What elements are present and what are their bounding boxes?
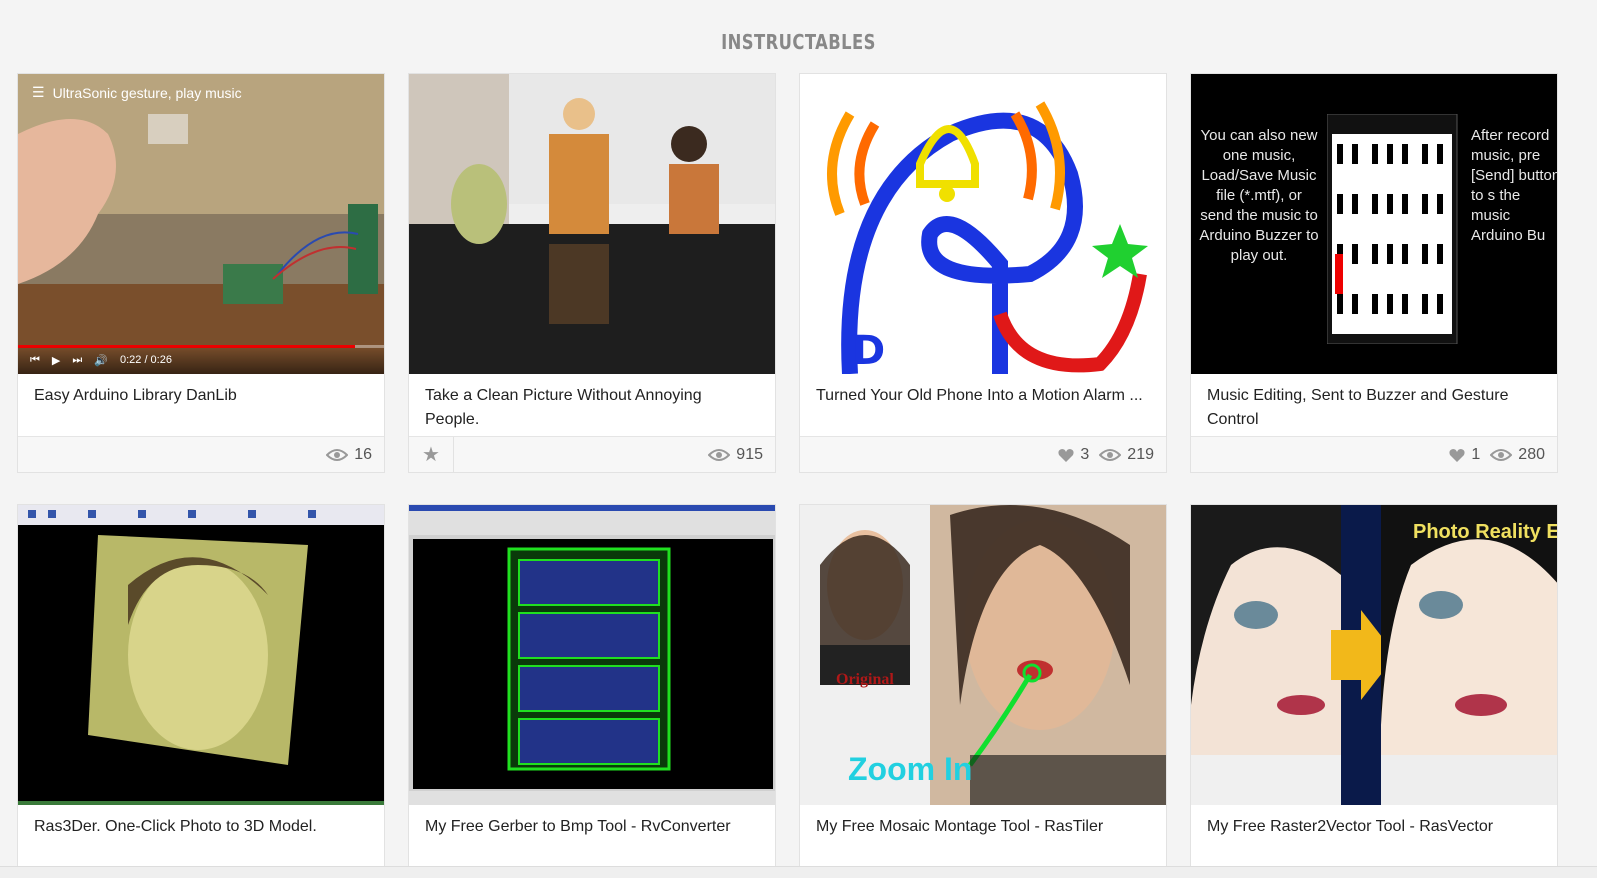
card-footer: 3 219: [800, 436, 1166, 472]
section-title: INSTRUCTABLES: [721, 30, 876, 54]
card-footer: ★ 915: [409, 436, 775, 472]
card-title[interactable]: Turned Your Old Phone Into a Motion Alar…: [800, 374, 1166, 436]
views-count: 280: [1518, 445, 1545, 463]
image-caption-right: After record music, pre [Send] button to…: [1471, 127, 1557, 244]
play-icon[interactable]: ▶: [52, 354, 60, 367]
project-card[interactable]: ☰ UltraSonic gesture, play music ⏮ ▶ ⏭ 🔊…: [17, 73, 385, 473]
image-label-original: Original: [836, 671, 894, 688]
likes-stat: 1: [1449, 446, 1480, 464]
card-image[interactable]: You can also new one music, Load/Save Mu…: [1191, 74, 1557, 374]
card-title[interactable]: My Free Mosaic Montage Tool - RasTiler: [800, 805, 1166, 867]
card-title[interactable]: Take a Clean Picture Without Annoying Pe…: [409, 374, 775, 436]
card-image[interactable]: Photo Reality E: [1191, 505, 1557, 805]
svg-text:D: D: [852, 328, 885, 374]
eye-icon: [1099, 448, 1122, 461]
skip-back-icon[interactable]: ⏮: [30, 354, 40, 367]
eye-icon: [326, 448, 349, 461]
volume-icon[interactable]: 🔊: [94, 354, 108, 367]
image-banner-text: Photo Reality E: [1413, 521, 1557, 543]
bottom-scrollbar[interactable]: [0, 866, 1597, 878]
project-card[interactable]: Original Zoom In My Free Mosaic Montage …: [799, 504, 1167, 868]
video-thumbnail[interactable]: ☰ UltraSonic gesture, play music ⏮ ▶ ⏭ 🔊…: [18, 74, 384, 374]
card-footer: 1 280: [1191, 436, 1557, 472]
video-time: 0:22 / 0:26: [119, 354, 172, 366]
card-image[interactable]: [18, 505, 384, 805]
views-stat: 915: [708, 446, 763, 464]
project-card[interactable]: My Free Gerber to Bmp Tool - RvConverter: [408, 504, 776, 868]
card-title[interactable]: My Free Raster2Vector Tool - RasVector: [1191, 805, 1557, 867]
views-stat: 219: [1099, 446, 1154, 464]
skip-forward-icon[interactable]: ⏭: [72, 354, 82, 367]
image-caption-left: You can also new one music, Load/Save Mu…: [1199, 127, 1319, 264]
card-footer: 16: [18, 436, 384, 472]
playlist-icon: ☰: [32, 84, 45, 100]
card-image[interactable]: [409, 74, 775, 374]
likes-count: 3: [1080, 445, 1090, 463]
card-image[interactable]: Original Zoom In: [800, 505, 1166, 805]
views-stat: 280: [1490, 446, 1545, 464]
heart-icon: [1058, 448, 1074, 462]
views-stat: 16: [326, 446, 372, 464]
card-title[interactable]: My Free Gerber to Bmp Tool - RvConverter: [409, 805, 775, 867]
views-count: 219: [1127, 445, 1154, 463]
card-title[interactable]: Ras3Der. One-Click Photo to 3D Model.: [18, 805, 384, 867]
views-count: 915: [736, 445, 763, 463]
card-image[interactable]: D: [800, 74, 1166, 374]
video-title: UltraSonic gesture, play music: [52, 84, 242, 101]
video-controls: ⏮ ▶ ⏭ 🔊 0:22 / 0:26: [18, 346, 384, 374]
likes-count: 1: [1471, 445, 1481, 463]
project-card[interactable]: You can also new one music, Load/Save Mu…: [1190, 73, 1558, 473]
favorite-star-icon[interactable]: ★: [409, 437, 454, 472]
card-image[interactable]: [409, 505, 775, 805]
project-card[interactable]: D Turned Your Old Phone Into a Motion Al…: [799, 73, 1167, 473]
heart-icon: [1449, 448, 1465, 462]
image-label-zoom: Zoom In: [848, 751, 973, 787]
likes-stat: 3: [1058, 446, 1089, 464]
project-card[interactable]: Photo Reality E My Free Raster2Vector To…: [1190, 504, 1558, 868]
eye-icon: [1490, 448, 1513, 461]
eye-icon: [708, 448, 731, 461]
project-card[interactable]: Ras3Der. One-Click Photo to 3D Model.: [17, 504, 385, 868]
card-title[interactable]: Easy Arduino Library DanLib: [18, 374, 384, 436]
project-card[interactable]: Take a Clean Picture Without Annoying Pe…: [408, 73, 776, 473]
card-title[interactable]: Music Editing, Sent to Buzzer and Gestur…: [1191, 374, 1557, 436]
views-count: 16: [354, 445, 372, 463]
